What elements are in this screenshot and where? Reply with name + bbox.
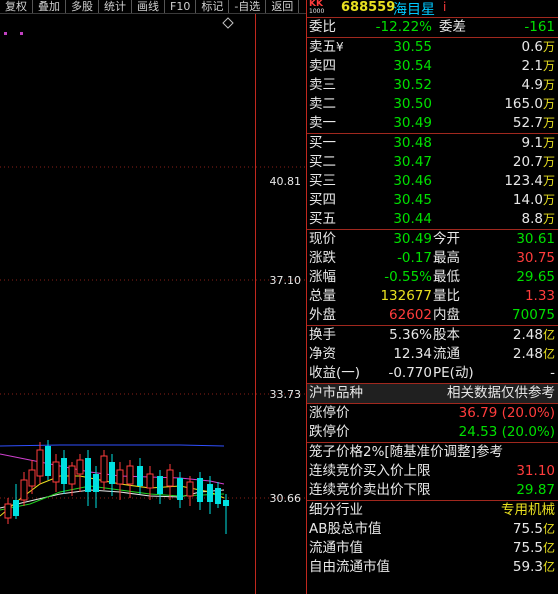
toolbar-diejia-button[interactable]: 叠加 [33,0,66,13]
weibi-row: 委比 -12.22% 委差 -161 [309,19,555,35]
diamond-icon[interactable] [222,17,234,29]
toolbar-huaxian-button[interactable]: 画线 [132,0,165,13]
buy-row-4[interactable]: 买四 30.45 14.0万 [307,191,558,210]
toolbar-duogu-button[interactable]: 多股 [66,0,99,13]
sell-row-4[interactable]: 卖四 30.54 2.1万 [307,57,558,76]
kline-canvas[interactable] [0,14,307,594]
toolbar-fanhui-button[interactable]: 返回 [266,0,300,13]
quote-panel: KK 1000 688559 海目星 i 委比 -12.22% 委差 -161 … [307,0,558,594]
toolbar-biaoji-button[interactable]: 标记 [196,0,230,13]
chart-toolbar: 复权 叠加 多股 统计 画线 F10 标记 -自选 返回 [0,0,307,14]
stock-info-icon[interactable]: i [443,0,446,14]
quote-waipan-row: 外盘 62602 内盘 70075 [309,307,555,323]
stock-header: KK 1000 688559 海目星 i [307,0,558,19]
buy-row-1[interactable]: 买一 30.48 9.1万 [307,134,558,153]
stock-code: 688559 [341,0,396,15]
sell-row-2[interactable]: 卖二 30.50 165.0万 [307,95,558,114]
chart-axis-divider [255,14,256,594]
toolbar-f10-button[interactable]: F10 [165,0,197,13]
fin-huanshou-row: 换手 5.36% 股本 2.48亿 [309,327,555,343]
limit-down-row: 跌停价 24.53 (20.0%) [309,424,555,440]
quote-xianjia-row: 现价 30.49 今开 30.61 [309,231,555,247]
quote-zongliang-row: 总量 132677 量比 1.33 [309,288,555,304]
sell-row-3[interactable]: 卖三 30.52 4.9万 [307,76,558,95]
fin-shouyi-row: 收益(一) -0.770 PE(动) - [309,365,555,381]
price-label-4: 30.66 [269,492,302,505]
fin-jingzi-row: 净资 12.34 流通 2.48亿 [309,346,555,362]
buy-row-2[interactable]: 买二 30.47 20.7万 [307,153,558,172]
kline-chart[interactable]: 40.81 37.10 33.73 30.66 [0,14,307,594]
sell-row-5[interactable]: 卖五¥ 30.55 0.6万 [307,38,558,57]
quote-zhangfu-row: 涨幅 -0.55% 最低 29.65 [309,269,555,285]
stock-badge: KK 1000 [309,0,325,15]
cage-sell-row: 连续竞价卖出价下限 29.87 [309,482,555,498]
price-label-3: 33.73 [269,388,302,401]
cage-title-row: 笼子价格2%[随基准价调整]参考 [309,444,503,460]
price-label-2: 37.10 [269,274,302,287]
quote-zhangdie-row: 涨跌 -0.17 最高 30.75 [309,250,555,266]
marker-dot [20,32,23,35]
candlesticks [4,440,229,534]
toolbar-zixuan-button[interactable]: -自选 [229,0,267,13]
toolbar-fuquan-button[interactable]: 复权 [0,0,33,13]
cap-ab-row: AB股总市值 75.5亿 [309,521,555,537]
stock-name[interactable]: 海目星 [393,0,435,19]
buy-row-3[interactable]: 买三 30.46 123.4万 [307,172,558,191]
marker-dot [4,32,7,35]
sell-row-1[interactable]: 卖一 30.49 52.7万 [307,114,558,133]
limit-up-row: 涨停价 36.79 (20.0%) [309,405,555,421]
price-label-1: 40.81 [269,175,302,188]
cap-float-row: 流通市值 75.5亿 [309,540,555,556]
cage-buy-row: 连续竞价买入价上限 31.10 [309,463,555,479]
ma-line-blue [0,444,225,447]
cap-free-row: 自由流通市值 59.3亿 [309,559,555,575]
toolbar-tongji-button[interactable]: 统计 [99,0,132,13]
industry-row[interactable]: 细分行业 专用机械 [307,501,558,520]
buy-row-5[interactable]: 买五 30.44 8.8万 [307,210,558,229]
market-type-row: 沪市品种 相关数据仅供参考 [307,384,558,403]
